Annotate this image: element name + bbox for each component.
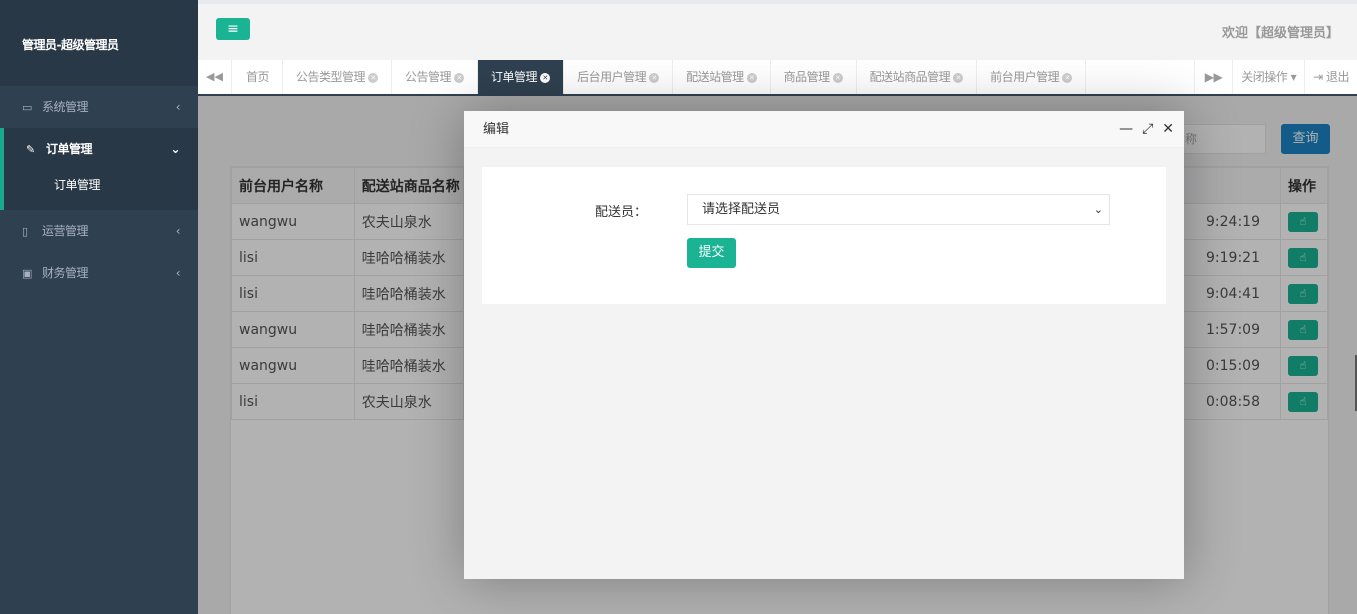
modal-title: 编辑 [483,122,510,137]
tab-front-users[interactable]: 前台用户管理 ✕ [977,60,1087,94]
tab-notice-types[interactable]: 公告类型管理 ✕ [283,60,393,94]
tab-home[interactable]: 首页 [233,60,284,94]
chevron-down-icon: ⌄ [170,142,180,156]
close-tab-icon[interactable]: ✕ [649,72,660,83]
sidebar-subitem-orders[interactable]: 订单管理 [0,170,198,210]
modal-body: 配送员： 请选择配送员 ⌄ 提交 [482,167,1166,304]
monitor-icon: ▭ [22,101,32,114]
tab-label: 前台用户管理 [990,70,1060,84]
close-tab-icon[interactable]: ✕ [832,72,843,83]
sidebar-item-orders[interactable]: ✎ 订单管理 ⌄ [0,128,198,170]
tab-label: 后台用户管理 [577,70,647,84]
close-icon[interactable]: ✕ [1162,111,1174,148]
tab-label: 公告类型管理 [296,70,366,84]
tab-station-products[interactable]: 配送站商品管理 ✕ [857,60,978,94]
tabs-scroll-right-icon[interactable]: ▶▶ [1193,60,1232,94]
top-navbar: ≡ 欢迎【超级管理员】 [198,0,1357,60]
tab-label: 配送站管理 [686,70,744,84]
sidebar-item-label: 财务管理 [42,266,89,280]
modal-controls: — ⤢ ✕ [1119,111,1174,148]
tab-label: 商品管理 [783,70,831,84]
tab-label: 公告管理 [405,70,452,84]
tab-orders[interactable]: 订单管理 ✕ [478,60,565,94]
close-tab-icon[interactable]: ✕ [746,72,757,83]
close-tab-icon[interactable]: ✕ [368,72,379,83]
tab-products[interactable]: 商品管理 ✕ [771,60,857,94]
edit-modal: 编辑 — ⤢ ✕ 配送员： 请选择配送员 ⌄ 提交 [464,111,1184,579]
chevron-left-icon: ‹ [175,224,181,238]
welcome-text: 欢迎【超级管理员】 [1221,26,1339,41]
maximize-icon[interactable]: ⤢ [1142,111,1153,148]
close-ops-label: 关闭操作 [1241,70,1288,84]
chevron-left-icon: ‹ [175,266,181,280]
sidebar-item-label: 系统管理 [42,100,89,114]
close-tab-icon[interactable]: ✕ [1062,72,1073,83]
close-tab-icon[interactable]: ✕ [454,72,465,83]
tab-label: 订单管理 [491,70,538,84]
close-ops-dropdown[interactable]: 关闭操作 ▾ [1232,60,1304,94]
sidebar-title: 管理员-超级管理员 [0,0,198,86]
tab-admin-users[interactable]: 后台用户管理 ✕ [564,60,674,94]
courier-select[interactable]: 请选择配送员 ⌄ [687,194,1110,225]
hamburger-icon[interactable]: ≡ [216,18,250,40]
tabs-bar: ◀◀ 首页 公告类型管理 ✕ 公告管理 ✕ 订单管理 ✕ 后台用户管理 ✕ 配送站管理 ✕… [198,60,1357,96]
tab-list: 首页 公告类型管理 ✕ 公告管理 ✕ 订单管理 ✕ 后台用户管理 ✕ 配送站管理 ✕ 商品… [233,60,1087,94]
tab-label: 首页 [246,70,270,84]
sidebar-item-finance[interactable]: ▣ 财务管理 ‹ [0,252,198,294]
sidebar-item-system[interactable]: ▭ 系统管理 ‹ [0,86,198,128]
sidebar: 管理员-超级管理员 ▭ 系统管理 ‹ ✎ 订单管理 ⌄ 订单管理 ▯ 运营管理 ‹ ▣… [0,0,198,614]
sidebar-item-operations[interactable]: ▯ 运营管理 ‹ [0,210,198,252]
minimize-icon[interactable]: — [1119,111,1133,148]
sidebar-item-label: 运营管理 [42,224,89,238]
chevron-down-icon: ⌄ [1093,203,1103,216]
chevron-left-icon: ‹ [175,100,181,114]
close-tab-icon[interactable]: ✕ [540,72,551,83]
sidebar-item-label: 订单管理 [46,142,93,156]
tab-label: 配送站商品管理 [869,70,951,84]
courier-select-value: 请选择配送员 [702,202,781,217]
courier-label: 配送员： [595,205,648,220]
tabs-scroll-left-icon[interactable]: ◀◀ [198,60,232,94]
tab-actions: ▶▶ 关闭操作 ▾ ⇥ 退出 [1193,60,1357,94]
edit-icon: ✎ [26,143,35,156]
logout-icon: ⇥ [1313,70,1323,84]
close-tab-icon[interactable]: ✕ [953,72,964,83]
logout-button[interactable]: ⇥ 退出 [1304,60,1357,94]
logout-label: 退出 [1325,70,1350,84]
submit-button[interactable]: 提交 [687,238,736,268]
map-icon: ▯ [22,225,28,238]
money-icon: ▣ [22,267,32,280]
modal-header: 编辑 — ⤢ ✕ [464,111,1184,148]
tab-notices[interactable]: 公告管理 ✕ [392,60,479,94]
tab-stations[interactable]: 配送站管理 ✕ [673,60,771,94]
